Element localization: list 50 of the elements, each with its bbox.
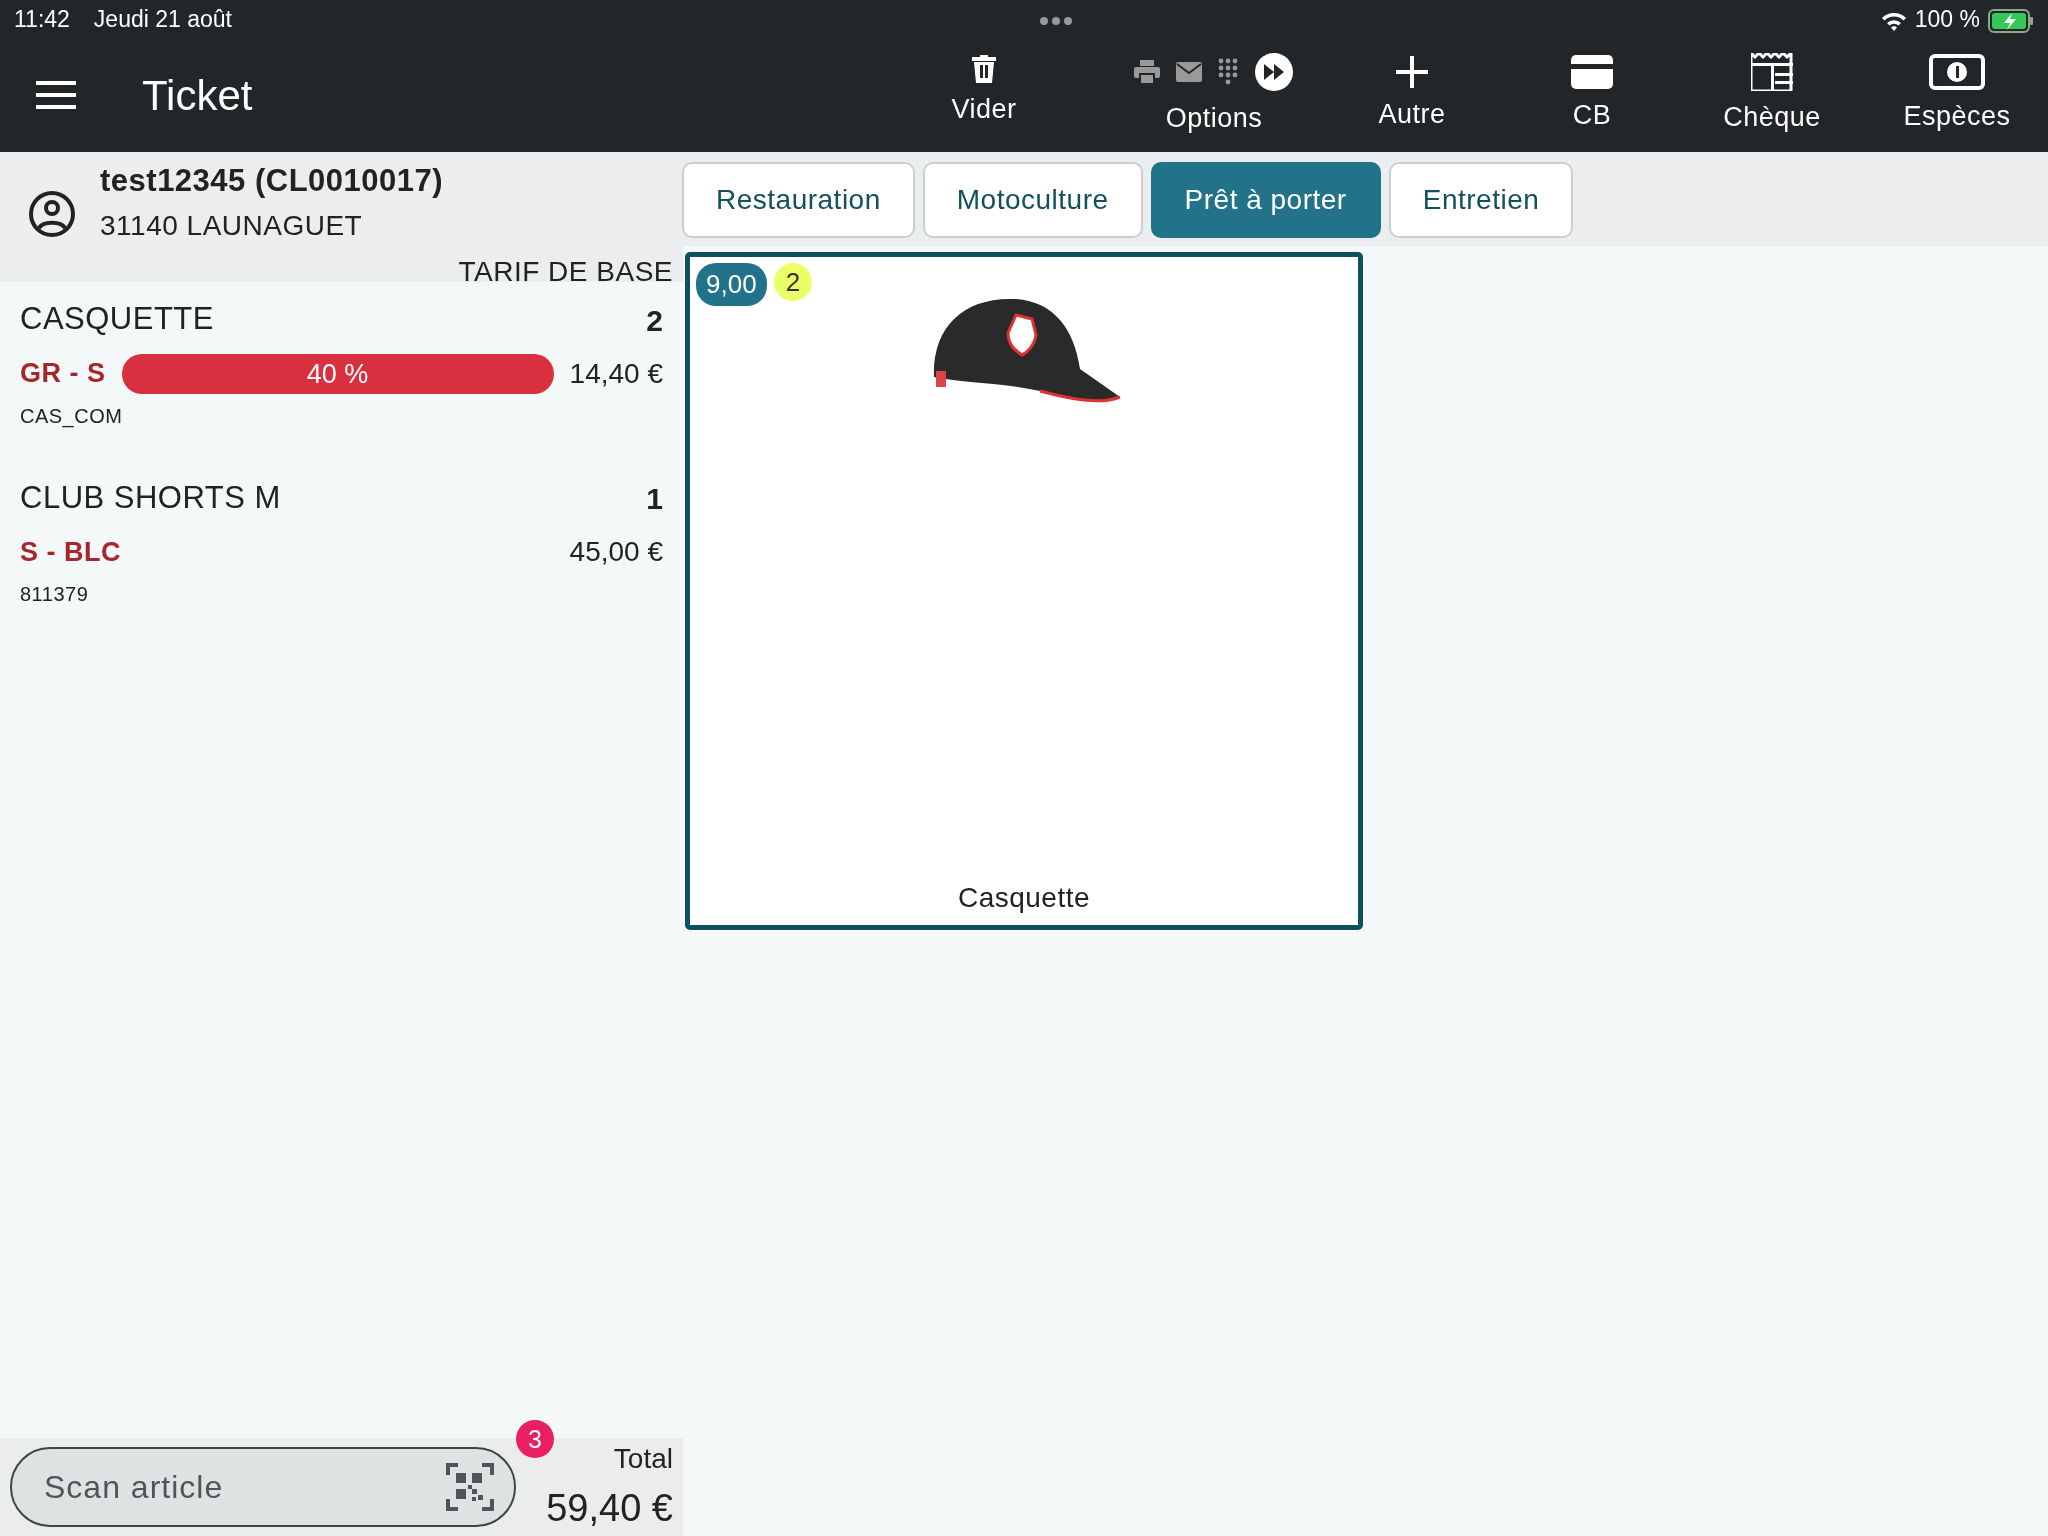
item-name: CASQUETTE [20,300,214,338]
category-tab[interactable]: Entretien [1388,162,1574,238]
cash-button[interactable]: Espèces [1882,53,2032,137]
tariff-label: TARIF DE BASE [458,254,673,289]
item-variant: S - BLC [20,535,121,569]
trash-icon [972,54,996,83]
toolbar-title: Ticket [142,70,253,121]
category-tab[interactable]: Prêt à porter [1150,162,1381,238]
category-tab[interactable]: Motoculture [922,162,1143,238]
product-card[interactable]: 9,00 2 Casquette [685,252,1363,930]
cheque-button[interactable]: Chèque [1702,52,1842,138]
credit-card-icon [1571,54,1613,89]
item-quantity: 2 [646,302,663,339]
trash-button[interactable]: Vider [924,54,1044,130]
product-name: Casquette [957,881,1091,915]
item-quantity: 1 [646,481,663,517]
status-date: Jeudi 21 août [93,4,232,34]
discount-badge: 40 % [121,353,554,394]
qr-code-icon[interactable] [446,1463,494,1511]
plus-icon [1396,55,1428,88]
category-tab[interactable]: Restauration [682,162,915,238]
count-badge: 2 [774,263,812,301]
banknote-icon [1929,53,1985,90]
cart-item[interactable]: CLUB SHORTS M 1 S - BLC 45,00 € 811379 [20,474,663,609]
cart-item[interactable]: CASQUETTE 2 GR - S 40 % 14,40 € CAS_COM [20,296,663,431]
total-label: Total [613,1441,673,1476]
item-code: CAS_COM [20,403,124,430]
cheque-icon [1751,52,1793,91]
scan-count-badge: 3 [516,1420,554,1458]
print-icon[interactable] [1134,59,1160,84]
status-time: 11:42 [14,4,70,34]
price-badge: 9,00 [696,263,767,306]
menu-button[interactable] [36,81,76,109]
item-price: 45,00 € [569,535,663,569]
fast-forward-icon[interactable] [1254,51,1294,92]
customer-name: test12345 (CL0010017) [100,162,444,200]
user-avatar-icon [28,190,76,239]
plus-button[interactable]: Autre [1342,55,1482,135]
keypad-icon[interactable] [1218,57,1238,86]
customer-city: 31140 LAUNAGUET [100,208,364,243]
item-variant: GR - S [20,357,106,391]
options-button[interactable]: Options [1165,97,1263,139]
item-code: 811379 [20,582,90,607]
battery-percent: 100 % [1914,4,1980,34]
card-button[interactable]: CB [1522,54,1662,136]
item-name: CLUB SHORTS M [20,478,281,517]
mail-icon[interactable] [1176,61,1202,82]
total-amount: 59,40 € [546,1485,673,1531]
scan-field[interactable]: Scan article [10,1447,516,1527]
item-price: 14,40 € [569,356,663,391]
